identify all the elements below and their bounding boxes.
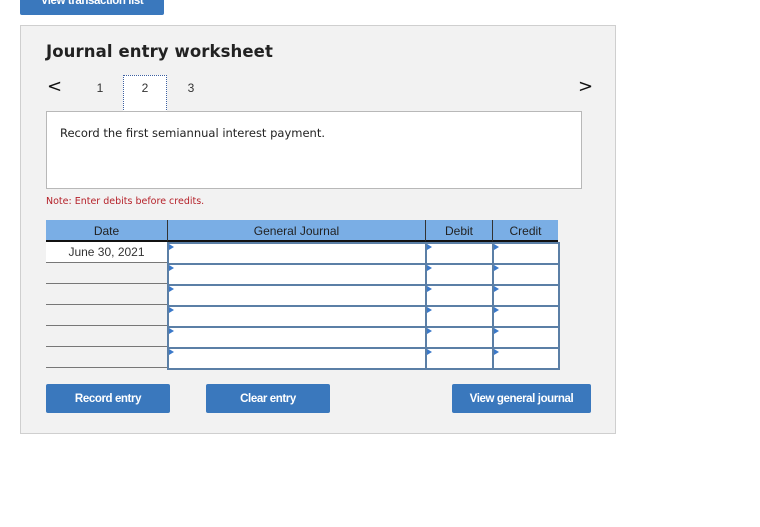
instruction-text: Record the first semiannual interest pay… xyxy=(60,126,325,140)
debit-input[interactable] xyxy=(425,284,494,307)
credit-input[interactable] xyxy=(492,305,560,328)
credit-input[interactable] xyxy=(492,263,560,286)
header-general-journal: General Journal xyxy=(167,220,425,242)
credit-input[interactable] xyxy=(492,347,560,370)
note-text: Note: Enter debits before credits. xyxy=(46,196,205,207)
header-date: Date xyxy=(46,220,167,242)
date-cell xyxy=(46,305,167,326)
step-tab-1[interactable]: 1 xyxy=(78,75,122,101)
date-cell xyxy=(46,326,167,347)
debit-input[interactable] xyxy=(425,263,494,286)
clear-entry-button[interactable]: Clear entry xyxy=(206,384,330,413)
worksheet-title: Journal entry worksheet xyxy=(46,42,273,61)
date-cell xyxy=(46,284,167,305)
chevron-left-icon[interactable]: < xyxy=(47,78,62,96)
record-entry-button[interactable]: Record entry xyxy=(46,384,170,413)
account-input[interactable] xyxy=(167,242,427,265)
account-input[interactable] xyxy=(167,284,427,307)
credit-input[interactable] xyxy=(492,284,560,307)
journal-entry-worksheet-panel: Journal entry worksheet < 1 2 3 > Record… xyxy=(20,25,616,434)
debit-input[interactable] xyxy=(425,326,494,349)
credit-input[interactable] xyxy=(492,242,560,265)
debit-input[interactable] xyxy=(425,242,494,265)
header-credit: Credit xyxy=(492,220,558,242)
date-cell xyxy=(46,263,167,284)
step-tab-3[interactable]: 3 xyxy=(169,75,213,101)
instruction-box: Record the first semiannual interest pay… xyxy=(46,111,582,189)
header-debit: Debit xyxy=(425,220,492,242)
account-input[interactable] xyxy=(167,305,427,328)
date-cell xyxy=(46,347,167,368)
credit-input[interactable] xyxy=(492,326,560,349)
step-tab-2-active[interactable]: 2 xyxy=(123,75,167,112)
account-input[interactable] xyxy=(167,347,427,370)
account-input[interactable] xyxy=(167,326,427,349)
account-input[interactable] xyxy=(167,263,427,286)
date-cell: June 30, 2021 xyxy=(46,242,167,263)
view-general-journal-button[interactable]: View general journal xyxy=(452,384,591,413)
debit-input[interactable] xyxy=(425,347,494,370)
view-transaction-list-button[interactable]: View transaction list xyxy=(20,0,164,15)
chevron-right-icon[interactable]: > xyxy=(578,78,593,96)
debit-input[interactable] xyxy=(425,305,494,328)
